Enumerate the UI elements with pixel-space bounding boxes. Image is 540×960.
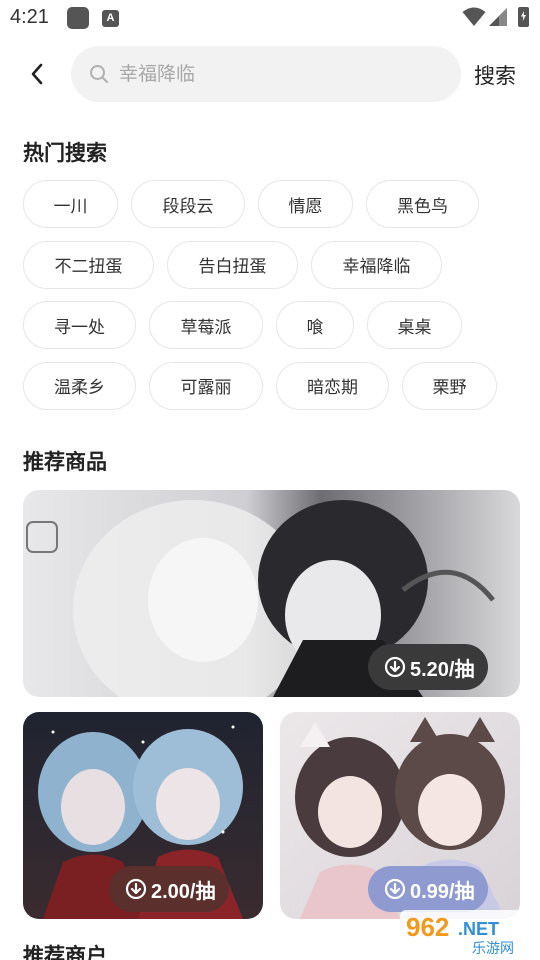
wifi-icon <box>462 7 486 26</box>
hot-search-tag[interactable]: 可露丽 <box>149 361 263 410</box>
hot-search-tag[interactable]: 告白扭蛋 <box>167 240 298 289</box>
hot-search-tag[interactable]: 段段云 <box>131 180 245 228</box>
product-card[interactable]: 5.20/抽 <box>23 490 520 697</box>
back-button[interactable] <box>20 56 54 92</box>
search-bar[interactable] <box>71 46 461 102</box>
search-button[interactable]: 搜索 <box>474 60 516 90</box>
watermark-number: 962 <box>406 912 449 942</box>
app-icon <box>67 7 89 29</box>
watermark-subtitle: 乐游网 <box>472 941 514 957</box>
hot-search-tag[interactable]: 黑色鸟 <box>366 180 479 228</box>
hot-search-tag[interactable]: 情愿 <box>258 180 353 228</box>
coin-icon <box>125 878 147 900</box>
search-icon <box>89 64 109 84</box>
tag-row: 寻一处 草莓派 喰 桌桌 <box>23 301 523 349</box>
recommended-products-title: 推荐商品 <box>23 450 107 474</box>
hot-search-tag[interactable]: 一川 <box>23 180 118 228</box>
tag-row: 温柔乡 可露丽 暗恋期 栗野 <box>23 361 523 410</box>
hot-search-tag[interactable]: 栗野 <box>402 361 497 410</box>
hot-search-tags: 一川 段段云 情愿 黑色鸟 不二扭蛋 告白扭蛋 幸福降临 寻一处 草莓派 喰 桌… <box>23 180 523 422</box>
product-card[interactable]: 0.99/抽 <box>280 712 520 919</box>
chevron-left-icon <box>31 63 43 85</box>
watermark-suffix: .NET <box>458 919 499 939</box>
watermark-logo: 962 .NET 乐游网 <box>400 910 536 957</box>
status-time: 4:21 <box>10 6 49 28</box>
price-text: 0.99/抽 <box>410 880 475 903</box>
tag-row: 不二扭蛋 告白扭蛋 幸福降临 <box>23 240 523 289</box>
hot-search-tag[interactable]: 喰 <box>276 301 354 349</box>
signal-icon <box>489 8 507 26</box>
tag-row: 一川 段段云 情愿 黑色鸟 <box>23 180 523 228</box>
price-badge: 5.20/抽 <box>368 644 489 690</box>
hot-search-tag[interactable]: 暗恋期 <box>276 361 389 410</box>
battery-icon <box>518 7 529 27</box>
a-icon: A <box>102 10 119 27</box>
hot-search-title: 热门搜索 <box>23 141 107 165</box>
search-input[interactable] <box>119 63 419 85</box>
coin-icon <box>384 656 406 678</box>
hot-search-tag[interactable]: 温柔乡 <box>23 361 136 410</box>
hot-search-tag[interactable]: 幸福降临 <box>311 240 442 289</box>
price-badge: 2.00/抽 <box>109 866 230 912</box>
coin-icon <box>384 878 406 900</box>
price-text: 5.20/抽 <box>410 658 475 681</box>
hot-search-tag[interactable]: 桌桌 <box>367 301 462 349</box>
product-card[interactable]: 2.00/抽 <box>23 712 263 919</box>
status-bar: 4:21 A <box>0 0 540 36</box>
price-badge: 0.99/抽 <box>368 866 489 912</box>
hot-search-tag[interactable]: 不二扭蛋 <box>23 240 154 289</box>
price-text: 2.00/抽 <box>151 880 216 903</box>
hot-search-tag[interactable]: 草莓派 <box>149 301 263 349</box>
hot-search-tag[interactable]: 寻一处 <box>23 301 136 349</box>
recommended-merchants-title: 推荐商户 <box>23 944 107 960</box>
